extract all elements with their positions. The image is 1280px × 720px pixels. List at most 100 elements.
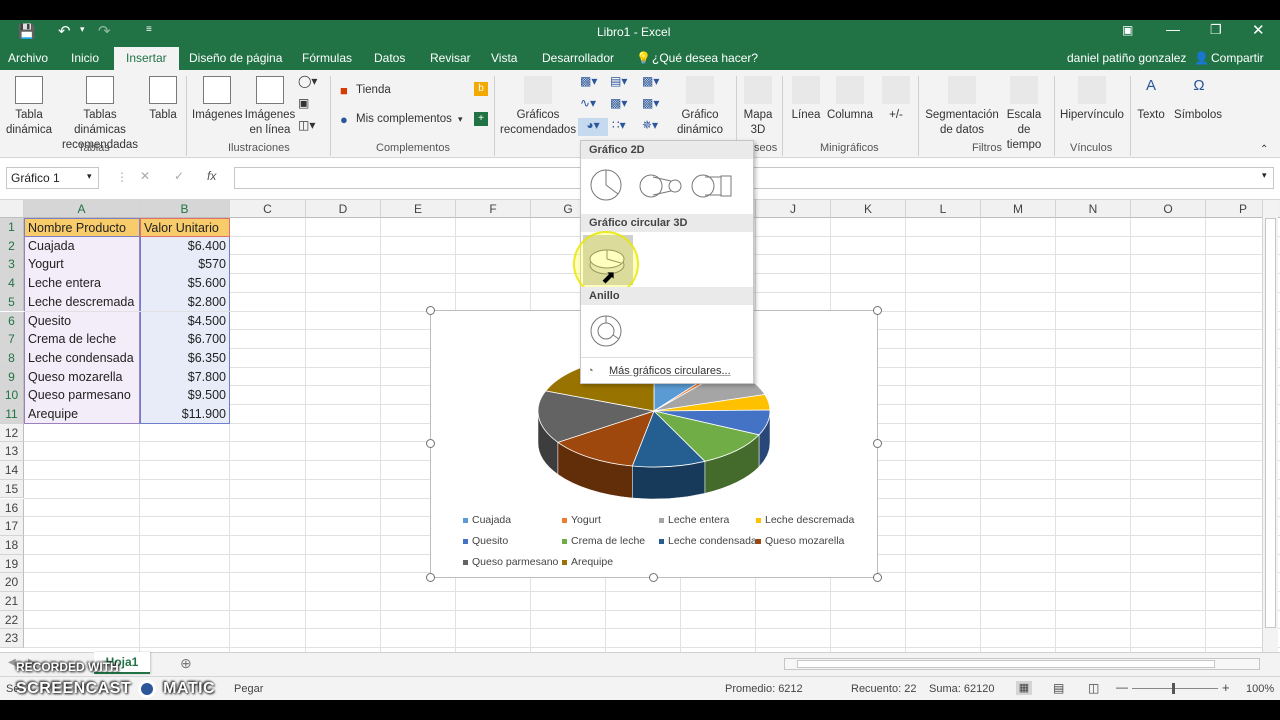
tienda-button[interactable]: Tienda: [356, 83, 391, 98]
chart-resize-handle[interactable]: [649, 573, 658, 582]
row-header-8[interactable]: 8: [0, 348, 24, 368]
user-name[interactable]: daniel patiño gonzalez: [1067, 51, 1186, 65]
legend-item[interactable]: Cuajada: [463, 514, 511, 526]
more-pie-charts-link[interactable]: Más gráficos circulares...: [609, 365, 731, 377]
imagenes-linea-button[interactable]: Imágenes en línea: [244, 108, 296, 138]
table-cell[interactable]: $5.600: [140, 274, 230, 293]
hipervinculo-button[interactable]: Hipervínculo: [1058, 108, 1126, 123]
row-header-11[interactable]: 11: [0, 405, 24, 424]
customize-qat-icon[interactable]: ≡: [146, 24, 152, 35]
complementos-dropdown-icon[interactable]: ▾: [458, 112, 463, 127]
close-icon[interactable]: ✕: [1252, 21, 1265, 39]
column-header-l[interactable]: L: [906, 200, 981, 218]
row-header-18[interactable]: 18: [0, 535, 24, 555]
column-header-c[interactable]: C: [230, 200, 306, 218]
chart-resize-handle[interactable]: [873, 439, 882, 448]
expand-formula-icon[interactable]: ▾: [1262, 170, 1267, 181]
row-header-15[interactable]: 15: [0, 479, 24, 499]
chart-resize-handle[interactable]: [426, 306, 435, 315]
pie-2d-option-icon[interactable]: [589, 167, 625, 203]
columna-button[interactable]: Columna: [826, 108, 874, 123]
legend-item[interactable]: Quesito: [463, 535, 508, 547]
table-cell[interactable]: Queso mozarella: [24, 367, 140, 387]
minimize-icon[interactable]: —: [1166, 21, 1180, 37]
column-header-k[interactable]: K: [831, 200, 906, 218]
legend-item[interactable]: Arequipe: [562, 556, 613, 568]
row-header-2[interactable]: 2: [0, 236, 24, 256]
row-header-22[interactable]: 22: [0, 610, 24, 630]
name-box[interactable]: Gráfico 1 ▾: [6, 167, 99, 189]
donut-option-icon[interactable]: [589, 313, 625, 349]
row-header-6[interactable]: 6: [0, 311, 24, 331]
scroll-left-icon[interactable]: ◀: [8, 657, 16, 668]
row-header-20[interactable]: 20: [0, 573, 24, 592]
tab-insertar[interactable]: Insertar: [114, 47, 179, 70]
people-graph-icon[interactable]: +: [474, 112, 488, 126]
select-all-corner[interactable]: [0, 200, 24, 218]
tab-inicio[interactable]: Inicio: [71, 51, 99, 65]
collapse-ribbon-icon[interactable]: ⌃: [1260, 142, 1268, 157]
tab-revisar[interactable]: Revisar: [430, 51, 471, 65]
chevron-down-icon[interactable]: ▾: [87, 171, 92, 182]
table-cell[interactable]: Leche descremada: [24, 292, 140, 312]
texto-button[interactable]: Texto: [1136, 108, 1166, 123]
legend-item[interactable]: Leche condensada: [659, 535, 757, 547]
tab-diseno-pagina[interactable]: Diseño de página: [189, 51, 282, 65]
radar-chart-icon[interactable]: ✵▾: [642, 118, 658, 133]
row-header-19[interactable]: 19: [0, 554, 24, 574]
table-cell[interactable]: Crema de leche: [24, 330, 140, 349]
table-header-cell[interactable]: Valor Unitario: [140, 218, 230, 237]
statistic-chart-icon[interactable]: ▩▾: [610, 96, 627, 111]
table-cell[interactable]: $6.400: [140, 236, 230, 256]
insert-function-icon[interactable]: fx: [207, 169, 216, 183]
ganancia-perdida-button[interactable]: +/-: [884, 108, 908, 123]
line-chart-icon[interactable]: ∿▾: [580, 96, 596, 111]
grafico-dinamico-button[interactable]: Gráfico dinámico: [668, 108, 732, 138]
graficos-recomendados-button[interactable]: Gráficos recomendados: [500, 108, 576, 138]
linea-button[interactable]: Línea: [790, 108, 822, 123]
tabla-dinamica-button[interactable]: Tabla dinámica: [4, 108, 54, 138]
zoom-slider[interactable]: [1132, 688, 1218, 689]
restore-icon[interactable]: ❐: [1210, 22, 1222, 38]
tab-formulas[interactable]: Fórmulas: [302, 51, 352, 65]
row-header-23[interactable]: 23: [0, 629, 24, 649]
zoom-in-icon[interactable]: +: [1222, 680, 1230, 695]
table-cell[interactable]: $6.700: [140, 330, 230, 349]
legend-item[interactable]: Queso parmesano: [463, 556, 558, 568]
mis-complementos-button[interactable]: Mis complementos: [356, 112, 452, 127]
tab-datos[interactable]: Datos: [374, 51, 405, 65]
column-header-a[interactable]: A: [24, 200, 140, 218]
table-cell[interactable]: Leche condensada: [24, 348, 140, 368]
row-header-17[interactable]: 17: [0, 517, 24, 536]
chart-resize-handle[interactable]: [873, 573, 882, 582]
tab-desarrollador[interactable]: Desarrollador: [542, 51, 614, 65]
row-header-3[interactable]: 3: [0, 255, 24, 275]
row-header-10[interactable]: 10: [0, 386, 24, 405]
legend-item[interactable]: Leche descremada: [756, 514, 854, 526]
normal-view-icon[interactable]: ▦: [1016, 681, 1032, 695]
bing-icon[interactable]: b: [474, 82, 488, 96]
column-header-j[interactable]: J: [756, 200, 831, 218]
legend-item[interactable]: Queso mozarella: [756, 535, 844, 547]
save-icon[interactable]: 💾: [18, 23, 35, 40]
legend-item[interactable]: Leche entera: [659, 514, 729, 526]
pie-chart-button[interactable]: ◕▾: [578, 118, 608, 136]
combo-chart-icon[interactable]: ▩▾: [642, 96, 659, 111]
row-header-21[interactable]: 21: [0, 592, 24, 611]
ribbon-display-icon[interactable]: ▣: [1122, 23, 1133, 37]
table-cell[interactable]: $11.900: [140, 405, 230, 424]
smartart-icon[interactable]: ▣: [298, 96, 309, 111]
redo-icon[interactable]: ↷: [98, 22, 111, 40]
row-header-13[interactable]: 13: [0, 442, 24, 462]
imagenes-button[interactable]: Imágenes: [192, 108, 243, 123]
zoom-slider-thumb[interactable]: [1172, 683, 1175, 694]
legend-item[interactable]: Crema de leche: [562, 535, 645, 547]
tell-me-input[interactable]: ¿Qué desea hacer?: [652, 51, 758, 65]
column-chart-icon[interactable]: ▩▾: [580, 74, 597, 89]
table-cell[interactable]: $2.800: [140, 292, 230, 312]
escala-tiempo-button[interactable]: Escala de tiempo: [1000, 108, 1048, 153]
share-button[interactable]: Compartir: [1211, 51, 1264, 65]
table-cell[interactable]: $7.800: [140, 367, 230, 387]
table-cell[interactable]: Queso parmesano: [24, 386, 140, 405]
undo-dropdown-icon[interactable]: ▾: [80, 24, 85, 35]
